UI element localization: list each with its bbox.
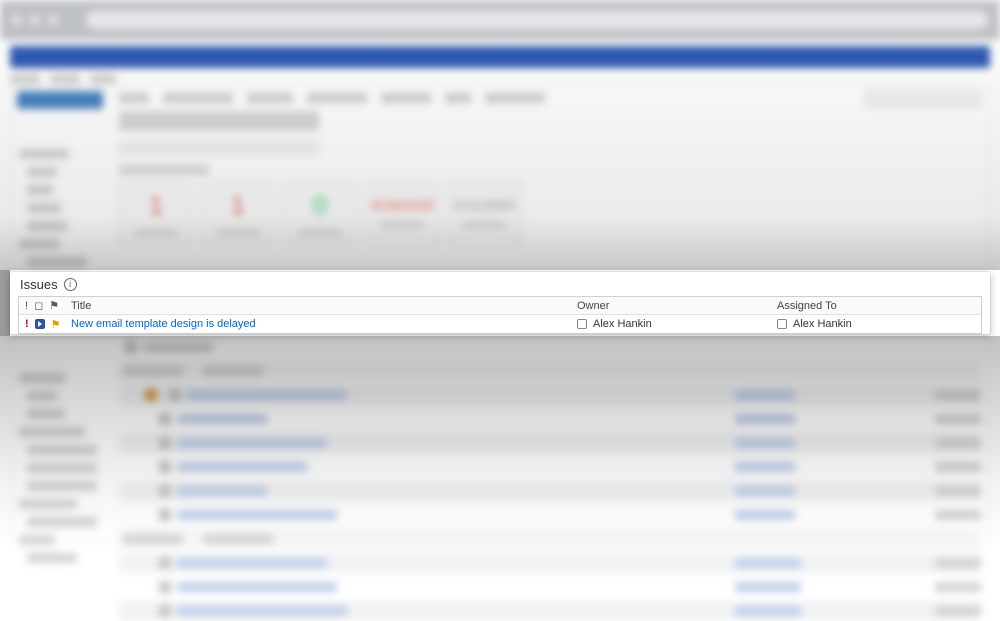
overlay-shade [0,270,10,336]
issues-panel: Issues i ! ◻ ⚑ Title Owner Assigned To !… [10,272,990,334]
col-assigned-header[interactable]: Assigned To [777,300,981,312]
info-icon[interactable]: i [64,278,77,291]
priority-high-icon: ! [25,318,29,330]
flag-icon: ⚑ [51,318,61,331]
col-flag-icon[interactable]: ⚑ [49,299,59,312]
owner-name[interactable]: Alex Hankin [593,318,652,330]
issues-panel-header: Issues i [10,272,990,296]
issues-grid-header: ! ◻ ⚑ Title Owner Assigned To [19,297,981,315]
issue-title-link[interactable]: New email template design is delayed [71,318,256,330]
status-inprogress-icon [35,319,45,329]
issues-grid: ! ◻ ⚑ Title Owner Assigned To ! ⚑ New em… [18,296,982,334]
issues-heading: Issues [20,277,58,292]
col-title-header[interactable]: Title [67,300,577,312]
person-icon [577,319,587,329]
issue-row[interactable]: ! ⚑ New email template design is delayed… [19,315,981,333]
overlay-shade [0,0,1000,270]
overlay-shade [0,336,1000,540]
person-icon [777,319,787,329]
col-owner-header[interactable]: Owner [577,300,777,312]
col-checkbox-icon[interactable]: ◻ [34,299,43,312]
assigned-name[interactable]: Alex Hankin [793,318,852,330]
col-priority-icon[interactable]: ! [25,300,28,312]
